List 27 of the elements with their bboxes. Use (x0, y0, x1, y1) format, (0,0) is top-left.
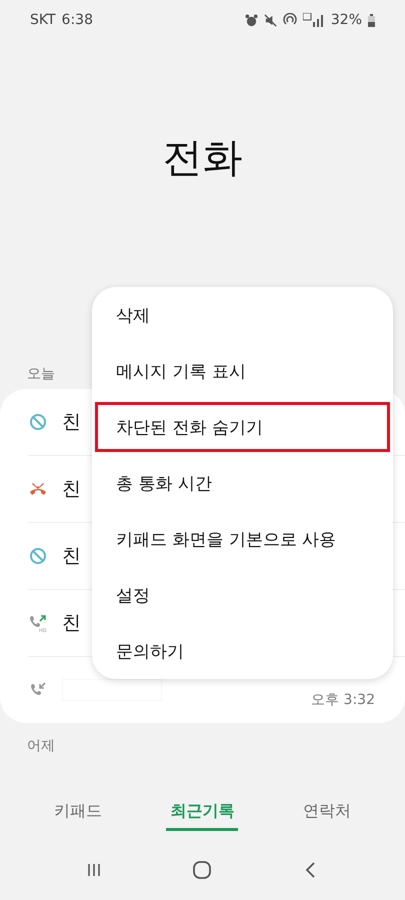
carrier: SKT (30, 12, 56, 28)
blocked-icon (28, 412, 48, 432)
contact-name[interactable]: 친 (62, 610, 81, 636)
clock: 6:38 (62, 12, 93, 28)
menu-item[interactable]: 설정 (92, 567, 393, 623)
call-time: 오후 3:32 (311, 691, 375, 709)
menu-item[interactable]: 문의하기 (92, 623, 393, 679)
section-label: 오늘 (27, 366, 55, 382)
hotspot-icon (282, 13, 297, 27)
contact-name[interactable]: 친 (62, 409, 81, 435)
contact-name[interactable]: 친 (62, 476, 81, 502)
contact-name[interactable]: 친 (62, 543, 81, 569)
signal-icon (302, 13, 325, 27)
page-title: 전화 (162, 134, 242, 183)
menu-item[interactable]: 메시지 기록 표시 (92, 343, 393, 399)
section-label: 어제 (27, 738, 55, 754)
battery-percent: 32% (330, 12, 362, 28)
alarm-icon (244, 14, 258, 26)
mute-icon (264, 14, 277, 26)
menu-item[interactable]: 차단된 전화 숨기기 (92, 399, 393, 455)
menu-item[interactable]: 키패드 화면을 기본으로 사용 (92, 511, 393, 567)
tab[interactable]: 연락처 (298, 795, 355, 831)
tab[interactable]: 키패드 (50, 795, 106, 831)
battery-icon (368, 14, 375, 26)
blocked-icon (28, 546, 48, 566)
menu-item[interactable]: 삭제 (92, 287, 393, 343)
menu-item[interactable]: 총 통화 시간 (92, 455, 393, 511)
